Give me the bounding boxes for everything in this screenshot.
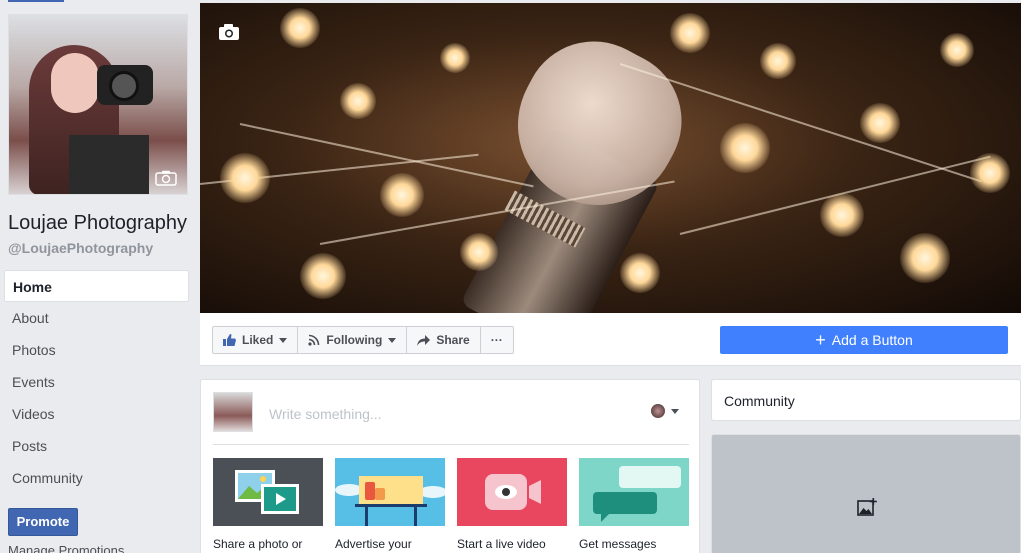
nav-item-about[interactable]: About bbox=[4, 302, 189, 334]
cover-light bbox=[440, 43, 470, 73]
liked-label: Liked bbox=[242, 333, 274, 347]
profile-camera-lens bbox=[109, 71, 139, 101]
page-handle[interactable]: @LoujaePhotography bbox=[8, 240, 153, 256]
composer-avatar bbox=[213, 392, 253, 432]
profile-picture[interactable] bbox=[8, 14, 188, 195]
cover-light bbox=[460, 233, 498, 271]
advertise-tile[interactable] bbox=[335, 458, 445, 526]
nav-item-community[interactable]: Community bbox=[4, 462, 189, 494]
cover-light bbox=[670, 13, 710, 53]
cover-photo[interactable] bbox=[200, 3, 1021, 313]
update-cover-photo-icon[interactable] bbox=[218, 23, 240, 41]
top-bar bbox=[0, 0, 1021, 2]
live-video-icon bbox=[457, 458, 567, 526]
live-video-label: Start a live video bbox=[457, 537, 546, 551]
add-a-button-label: Add a Button bbox=[831, 332, 913, 348]
billboard-icon bbox=[335, 458, 445, 526]
nav-item-videos[interactable]: Videos bbox=[4, 398, 189, 430]
rss-icon bbox=[308, 334, 320, 346]
page-action-buttons: Liked Following Share ··· bbox=[212, 326, 514, 354]
chevron-down-icon bbox=[279, 337, 288, 343]
profile-face bbox=[51, 53, 99, 113]
cover-light bbox=[940, 33, 974, 67]
share-button[interactable]: Share bbox=[407, 327, 481, 353]
share-label: Share bbox=[436, 333, 470, 347]
cover-light bbox=[620, 253, 660, 293]
advertise-label: Advertise your bbox=[335, 537, 412, 551]
cover-light bbox=[220, 153, 270, 203]
thumbs-up-icon bbox=[223, 334, 236, 346]
cover-light bbox=[860, 103, 900, 143]
plus-icon: + bbox=[815, 330, 826, 350]
messages-icon bbox=[579, 458, 689, 526]
get-messages-label: Get messages bbox=[579, 537, 657, 551]
cover-light bbox=[760, 43, 796, 79]
share-photo-label: Share a photo or bbox=[213, 537, 303, 551]
cover-light bbox=[720, 123, 770, 173]
add-photo-panel[interactable] bbox=[711, 434, 1021, 553]
community-panel[interactable]: Community bbox=[711, 379, 1021, 421]
add-a-button[interactable]: + Add a Button bbox=[720, 326, 1008, 354]
community-title: Community bbox=[724, 393, 795, 409]
promote-button[interactable]: Promote bbox=[8, 508, 78, 536]
nav-item-events[interactable]: Events bbox=[4, 366, 189, 398]
add-photo-icon bbox=[857, 498, 877, 516]
share-photo-tile[interactable] bbox=[213, 458, 323, 526]
composer-divider bbox=[213, 444, 689, 445]
nav-item-photos[interactable]: Photos bbox=[4, 334, 189, 366]
nav-item-home[interactable]: Home bbox=[4, 270, 189, 302]
update-profile-photo-icon[interactable] bbox=[155, 170, 177, 186]
composer-input[interactable]: Write something... bbox=[269, 406, 382, 422]
page-name[interactable]: Loujae Photography bbox=[8, 212, 187, 235]
post-composer: Write something... Share a photo or Adve… bbox=[200, 379, 700, 553]
cover-light bbox=[300, 253, 346, 299]
nav-item-posts[interactable]: Posts bbox=[4, 430, 189, 462]
cover-light bbox=[340, 83, 376, 119]
following-label: Following bbox=[326, 333, 383, 347]
chevron-down-icon bbox=[671, 408, 679, 414]
get-messages-tile[interactable] bbox=[579, 458, 689, 526]
cover-light bbox=[280, 8, 320, 48]
live-video-tile[interactable] bbox=[457, 458, 567, 526]
cover-light bbox=[820, 193, 864, 237]
page-action-bar: Liked Following Share ··· + Add a Button bbox=[200, 313, 1021, 366]
manage-promotions-link[interactable]: Manage Promotions bbox=[8, 543, 124, 553]
cover-light bbox=[380, 173, 424, 217]
share-arrow-icon bbox=[417, 334, 431, 346]
post-as-selector[interactable] bbox=[651, 404, 679, 418]
liked-button[interactable]: Liked bbox=[213, 327, 299, 353]
cover-light bbox=[900, 233, 950, 283]
more-options-button[interactable]: ··· bbox=[481, 327, 513, 353]
cover-light bbox=[970, 153, 1010, 193]
following-button[interactable]: Following bbox=[298, 327, 408, 353]
chevron-down-icon bbox=[388, 337, 397, 343]
post-as-avatar bbox=[651, 404, 665, 418]
page-nav: Home About Photos Events Videos Posts Co… bbox=[4, 270, 189, 494]
more-options-icon: ··· bbox=[490, 333, 503, 347]
top-bar-accent bbox=[8, 0, 64, 2]
profile-shirt bbox=[69, 135, 149, 194]
photo-video-icon bbox=[213, 458, 323, 526]
